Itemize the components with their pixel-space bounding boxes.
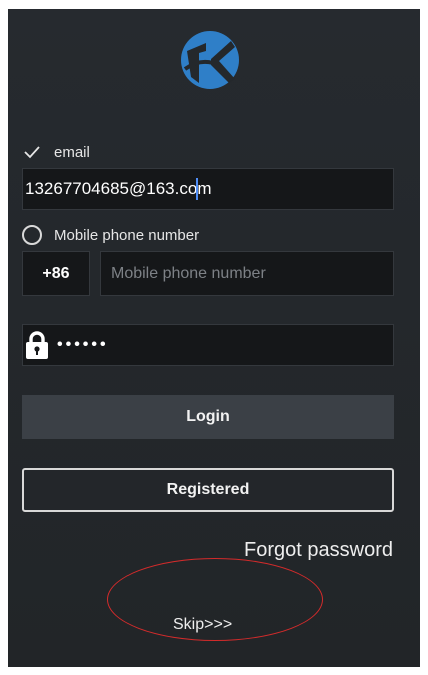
mobile-input[interactable]: Mobile phone number	[100, 251, 394, 296]
checkmark-icon	[24, 146, 40, 159]
login-button[interactable]: Login	[22, 395, 394, 439]
register-button[interactable]: Registered	[22, 468, 394, 512]
forgot-password-link[interactable]: Forgot password	[244, 539, 393, 562]
country-code-selector[interactable]: +86	[22, 251, 90, 296]
email-field[interactable]: 13267704685@163.co m	[22, 168, 394, 210]
lock-icon	[26, 331, 48, 359]
radio-circle-icon[interactable]	[22, 225, 42, 245]
skip-link[interactable]: Skip>>>	[173, 616, 232, 634]
app-logo-icon	[181, 31, 239, 89]
mobile-placeholder: Mobile phone number	[111, 264, 266, 282]
email-value-end: m	[197, 179, 212, 198]
country-code-value: +86	[42, 264, 70, 282]
email-value: 13267704685@163.co	[25, 179, 198, 198]
password-field[interactable]: ••••••	[22, 324, 394, 366]
login-screen: email 13267704685@163.co m Mobile phone n…	[8, 9, 420, 667]
email-option[interactable]: email	[22, 142, 90, 162]
mobile-option[interactable]: Mobile phone number	[22, 225, 199, 245]
email-option-label: email	[54, 143, 90, 161]
password-mask: ••••••	[57, 336, 109, 353]
mobile-option-label: Mobile phone number	[54, 226, 200, 244]
